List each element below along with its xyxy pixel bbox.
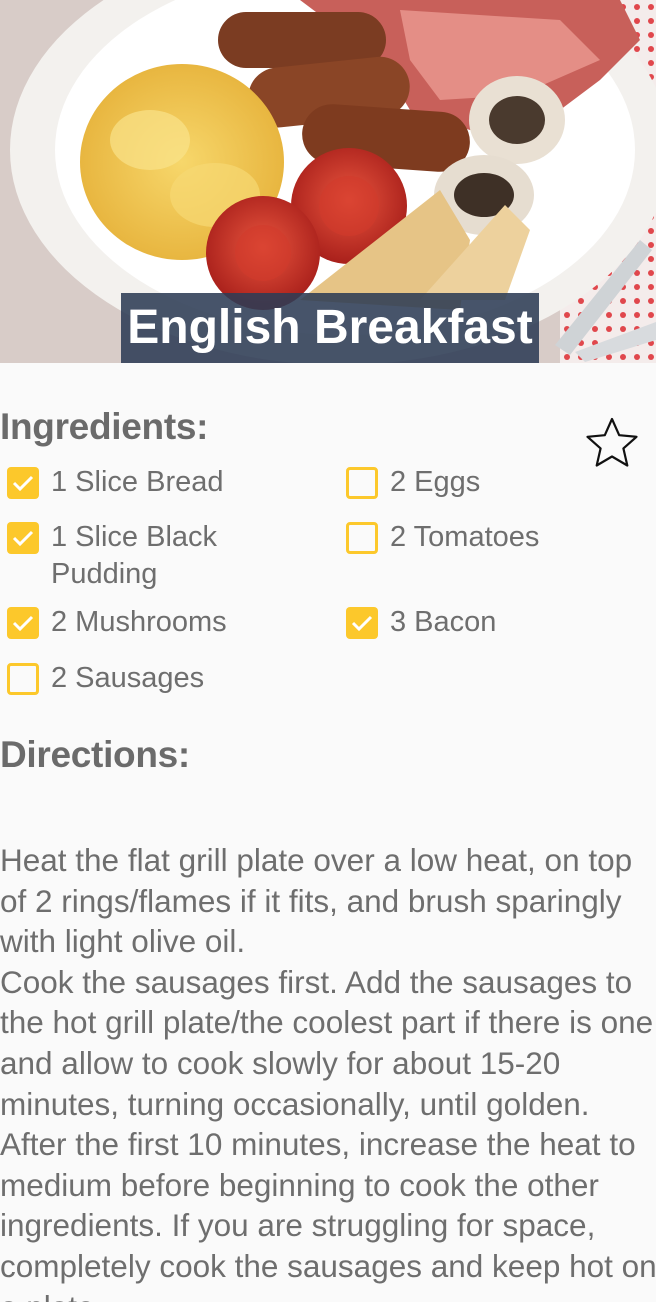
check-icon [351, 615, 373, 632]
ingredient-item[interactable]: 1 Slice Bread [7, 464, 327, 501]
ingredient-label: 2 Tomatoes [390, 521, 540, 553]
ingredient-label: 2 Mushrooms [51, 606, 227, 638]
checkbox-checked[interactable] [7, 522, 39, 554]
ingredient-item[interactable]: 2 Sausages [7, 660, 327, 697]
checkbox-unchecked[interactable] [346, 467, 378, 499]
ingredients-heading: Ingredients: [0, 406, 209, 447]
check-icon [12, 530, 34, 547]
ingredient-item[interactable]: 2 Tomatoes [346, 519, 646, 556]
checkbox-checked[interactable] [346, 607, 378, 639]
checkbox-checked[interactable] [7, 607, 39, 639]
star-outline-icon [586, 417, 638, 467]
ingredient-item[interactable]: 2 Eggs [346, 464, 646, 501]
checkbox-checked[interactable] [7, 467, 39, 499]
check-icon [12, 615, 34, 632]
ingredient-item[interactable]: 2 Mushrooms [7, 604, 327, 641]
recipe-title-banner: English Breakfast [121, 293, 539, 363]
ingredient-label: 1 Slice Black Pudding [51, 521, 218, 590]
directions-heading: Directions: [0, 734, 190, 775]
recipe-photo: English Breakfast [0, 0, 656, 363]
ingredient-label: 2 Eggs [390, 466, 481, 498]
ingredient-label: 1 Slice Bread [51, 466, 224, 498]
checkbox-unchecked[interactable] [7, 663, 39, 695]
ingredient-item[interactable]: 3 Bacon [346, 604, 646, 641]
ingredient-item[interactable]: 1 Slice Black Pudding [7, 519, 327, 593]
directions-text: Heat the flat grill plate over a low hea… [0, 842, 656, 1302]
ingredient-label: 2 Sausages [51, 662, 205, 694]
checkbox-unchecked[interactable] [346, 522, 378, 554]
check-icon [12, 475, 34, 492]
ingredient-label: 3 Bacon [390, 606, 497, 638]
favorite-button[interactable] [583, 415, 641, 471]
recipe-title: English Breakfast [127, 301, 533, 354]
